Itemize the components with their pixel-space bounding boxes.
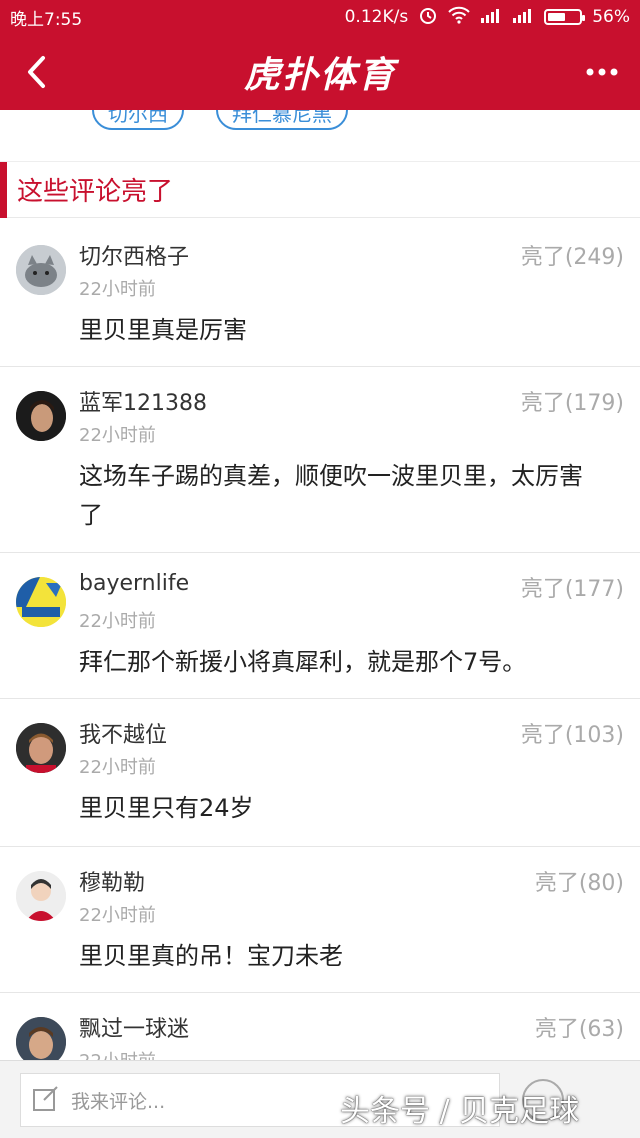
more-dots-icon [586,68,618,76]
comment-time: 22小时前 [79,905,156,926]
tag-row: 切尔西 拜仁慕尼黑 [0,110,640,162]
light-count-button[interactable]: 亮了(103) [521,717,624,749]
comment-placeholder: 我来评论... [71,1090,166,1113]
comment-text: 这场车子踢的真差，顺便吹一波里贝里，太厉害了 [79,462,583,529]
avatar[interactable] [16,871,66,921]
avatar[interactable] [16,245,66,295]
light-count-button[interactable]: 亮了(179) [521,385,624,417]
comment-time: 22小时前 [79,757,156,778]
section-accent-bar [0,161,7,218]
light-count-button[interactable]: 亮了(249) [521,239,624,271]
comment-item[interactable]: 蓝军121388 22小时前 亮了(179) 这场车子踢的真差，顺便吹一波里贝里… [0,367,640,553]
username[interactable]: 我不越位 [79,717,167,749]
light-count-button[interactable]: 亮了(177) [521,571,624,603]
avatar[interactable] [16,723,66,773]
comment-text: 里贝里只有24岁 [79,794,254,822]
battery-percent: 56% [592,7,630,27]
username[interactable]: 穆勒勒 [79,865,145,897]
comment-time: 22小时前 [79,279,156,300]
nav-bar: 虎扑体育 [0,34,640,110]
section-header: 这些评论亮了 [0,161,640,218]
light-count-button[interactable]: 亮了(63) [535,1011,624,1043]
logo-avatar-icon [16,577,66,627]
cartoon-avatar-icon [16,871,66,921]
comment-time: 22小时前 [79,611,156,632]
edit-icon [31,1083,61,1118]
section-title: 这些评论亮了 [17,177,174,207]
back-arrow-icon [28,56,45,88]
comment-time: 22小时前 [79,425,156,446]
status-bar: 晚上7:55 0.12K/s 56% [0,0,640,34]
username[interactable]: 飘过一球迷 [79,1011,189,1043]
status-time: 晚上7:55 [10,9,83,30]
comment-item[interactable]: 切尔西格子 22小时前 亮了(249) 里贝里真是厉害 [0,219,640,367]
avatar[interactable] [16,391,66,441]
username[interactable]: 切尔西格子 [79,239,189,271]
man-avatar-icon [16,723,66,773]
man-avatar-icon [16,391,66,441]
signal-icon [480,6,502,29]
alarm-icon [418,5,438,30]
app-logo-title: 虎扑体育 [243,55,396,96]
network-speed: 0.12K/s [344,7,409,27]
back-button[interactable] [14,48,58,96]
comment-item[interactable]: 我不越位 22小时前 亮了(103) 里贝里只有24岁 [0,699,640,847]
wifi-icon [448,6,470,29]
username[interactable]: bayernlife [79,571,189,596]
tag-chelsea[interactable]: 切尔西 [92,110,184,130]
comment-text: 里贝里真是厉害 [79,316,247,344]
battery-icon [544,9,586,25]
avatar[interactable] [16,577,66,627]
more-button[interactable] [580,48,624,96]
comment-item[interactable]: 穆勒勒 22小时前 亮了(80) 里贝里真的吊！宝刀未老 [0,847,640,993]
cat-avatar-icon [16,245,66,295]
watermark: 头条号 / 贝克足球 [340,1094,580,1129]
signal-icon-2 [512,6,534,29]
comment-text: 拜仁那个新援小将真犀利，就是那个7号。 [79,648,527,676]
comment-text: 里贝里真的吊！宝刀未老 [79,942,343,970]
light-count-button[interactable]: 亮了(80) [535,865,624,897]
username[interactable]: 蓝军121388 [79,385,207,417]
tag-bayern[interactable]: 拜仁慕尼黑 [216,110,348,130]
comment-item[interactable]: bayernlife 22小时前 亮了(177) 拜仁那个新援小将真犀利，就是那… [0,553,640,699]
